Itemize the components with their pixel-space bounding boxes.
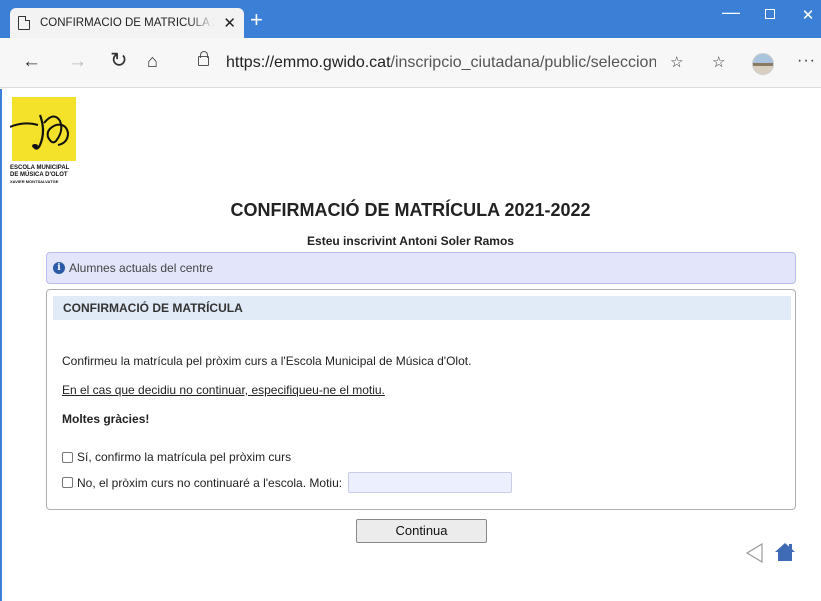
student-subtitle: Esteu inscrivint Antoni Soler Ramos bbox=[307, 234, 514, 248]
url-host: https://emmo.gwido.cat bbox=[226, 54, 391, 71]
home-icon[interactable]: ⌂ bbox=[147, 52, 158, 70]
panel-title: CONFIRMACIÓ DE MATRÍCULA bbox=[53, 296, 791, 320]
maximize-icon[interactable] bbox=[755, 6, 785, 22]
logo-line-1: ESCOLA MUNICIPAL bbox=[10, 165, 70, 171]
page-icon bbox=[18, 16, 30, 30]
browser-titlebar: CONFIRMACIÓ DE MATRÍCULA 2021-2022 ✕ + —… bbox=[0, 0, 821, 38]
reason-instructions: En el cas que decidiu no continuar, espe… bbox=[62, 383, 385, 397]
home-nav-icon[interactable] bbox=[774, 542, 796, 562]
thanks-text: Moltes gràcies! bbox=[62, 412, 150, 426]
back-arrow-icon[interactable]: ← bbox=[22, 52, 41, 71]
confirm-checkbox[interactable] bbox=[62, 451, 73, 463]
motiu-input[interactable] bbox=[348, 472, 513, 493]
page-content: ESCOLA MUNICIPAL DE MÚSICA D'OLOT XAVIER… bbox=[0, 89, 821, 601]
option-no-label[interactable]: No, el pròxim curs no continuaré a l'esc… bbox=[77, 476, 342, 490]
address-bar[interactable]: https://emmo.gwido.cat/inscripcio_ciutad… bbox=[226, 54, 656, 72]
school-logo[interactable]: ESCOLA MUNICIPAL DE MÚSICA D'OLOT XAVIER… bbox=[10, 97, 78, 193]
forward-arrow-icon[interactable]: → bbox=[68, 52, 87, 71]
collections-icon[interactable]: ☆ bbox=[712, 55, 725, 70]
close-icon[interactable]: ✕ bbox=[793, 6, 821, 24]
lock-icon[interactable] bbox=[198, 51, 209, 66]
favorites-add-icon[interactable]: ☆ bbox=[670, 55, 683, 70]
confirm-instructions: Confirmeu la matrícula pel pròxim curs a… bbox=[62, 354, 472, 368]
confirmation-panel: CONFIRMACIÓ DE MATRÍCULA Confirmeu la ma… bbox=[46, 289, 796, 510]
profile-avatar[interactable] bbox=[752, 53, 774, 75]
not-continue-checkbox[interactable] bbox=[62, 477, 73, 488]
info-bar: i Alumnes actuals del centre bbox=[46, 252, 796, 284]
continue-button[interactable]: Continua bbox=[356, 519, 487, 543]
reload-icon[interactable]: ↻ bbox=[110, 50, 128, 71]
logo-music-notes-icon bbox=[10, 114, 70, 150]
info-icon: i bbox=[53, 262, 65, 274]
tab-title: CONFIRMACIÓ DE MATRÍCULA 2021-2022 bbox=[40, 17, 215, 29]
option-yes-label[interactable]: Sí, confirmo la matrícula pel pròxim cur… bbox=[77, 450, 291, 464]
tab-close-icon[interactable]: ✕ bbox=[223, 16, 236, 31]
browser-toolbar: ← → ↻ ⌂ https://emmo.gwido.cat/inscripci… bbox=[0, 38, 821, 88]
option-yes-row[interactable]: Sí, confirmo la matrícula pel pròxim cur… bbox=[62, 450, 291, 464]
url-path: /inscripcio_ciutadana/public/seleccion..… bbox=[390, 54, 656, 71]
back-triangle-icon[interactable] bbox=[745, 543, 765, 563]
logo-text: ESCOLA MUNICIPAL DE MÚSICA D'OLOT XAVIER… bbox=[10, 165, 69, 184]
new-tab-button[interactable]: + bbox=[250, 9, 263, 31]
logo-line-3: XAVIER MONTSALVATGE bbox=[10, 179, 59, 184]
minimize-icon[interactable]: — bbox=[716, 2, 746, 23]
page-title: CONFIRMACIÓ DE MATRÍCULA 2021-2022 bbox=[230, 200, 591, 220]
more-icon[interactable]: ··· bbox=[797, 53, 816, 69]
option-no-row[interactable]: No, el pròxim curs no continuaré a l'esc… bbox=[62, 472, 513, 493]
logo-line-2: DE MÚSICA D'OLOT bbox=[10, 172, 68, 178]
info-bar-text: Alumnes actuals del centre bbox=[69, 261, 214, 275]
browser-tab[interactable]: CONFIRMACIÓ DE MATRÍCULA 2021-2022 ✕ bbox=[10, 8, 244, 38]
